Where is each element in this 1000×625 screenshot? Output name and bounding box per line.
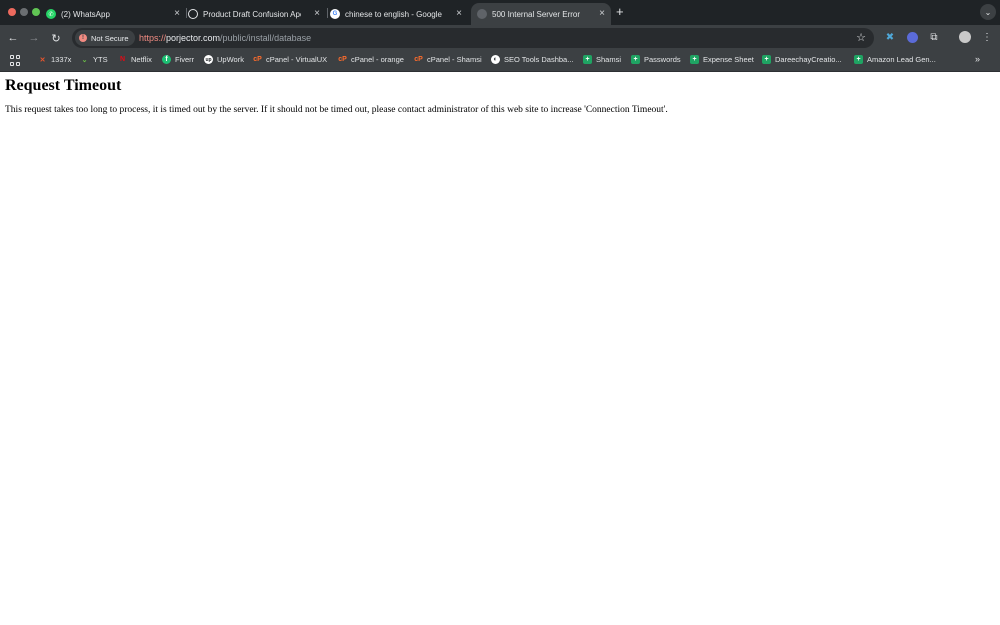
bookmark-yts[interactable]: ⌄ YTS <box>80 55 108 64</box>
google-icon: G <box>330 9 340 19</box>
sheets-icon: + <box>583 55 592 64</box>
tab-separator <box>186 8 187 18</box>
x-icon: ✕ <box>39 56 46 64</box>
fiverr-icon: f <box>162 55 171 64</box>
security-chip[interactable]: ! Not Secure <box>75 30 135 46</box>
tab-title: 500 Internal Server Error <box>492 9 581 19</box>
bookmark-cpanel-virtualux[interactable]: cP cPanel - VirtualUX <box>253 55 327 64</box>
url-text[interactable]: https://porjector.com/public/install/dat… <box>139 33 311 43</box>
bookmark-cpanel-orange[interactable]: cP cPanel - orange <box>338 55 404 64</box>
tab-server-error[interactable]: 500 Internal Server Error × <box>471 3 611 25</box>
cpanel-icon: cP <box>414 56 423 63</box>
page-content: Request Timeout This request takes too l… <box>0 72 1000 625</box>
close-window-button[interactable] <box>8 8 16 16</box>
netflix-icon: N <box>119 56 126 63</box>
profile-avatar[interactable] <box>958 30 972 44</box>
close-icon[interactable]: × <box>456 8 462 20</box>
url-scheme: https:// <box>139 33 167 43</box>
bookmark-expense-sheet[interactable]: + Expense Sheet <box>690 55 754 64</box>
page-title: Request Timeout <box>5 77 122 94</box>
browser-toolbar: ← → ↻ ! Not Secure https://porjector.com… <box>0 25 1000 51</box>
bookmark-star-icon[interactable]: ☆ <box>856 31 866 44</box>
tab-product-draft[interactable]: Product Draft Confusion Apo × <box>188 3 326 25</box>
bookmark-label: 1337x <box>51 55 72 64</box>
bookmark-label: Amazon Lead Gen... <box>867 55 936 64</box>
bookmark-label: Fiverr <box>175 55 195 64</box>
bookmark-label: Shamsi <box>596 55 622 64</box>
sheets-icon: + <box>762 55 771 64</box>
more-bookmarks-chevron-icon[interactable]: » <box>975 54 980 64</box>
tab-google-translate[interactable]: G chinese to english - Google S × <box>330 3 468 25</box>
bookmark-label: cPanel - orange <box>351 55 404 64</box>
bookmark-amazon-lead[interactable]: + Amazon Lead Gen... <box>854 55 936 64</box>
tab-strip: ✆ (2) WhatsApp × Product Draft Confusion… <box>0 0 1000 25</box>
apps-grid-icon[interactable] <box>10 55 21 66</box>
whatsapp-icon: ✆ <box>46 9 56 19</box>
url-host: porjector.com <box>166 33 221 43</box>
tab-title: chinese to english - Google S <box>345 9 443 19</box>
tab-whatsapp[interactable]: ✆ (2) WhatsApp × <box>46 3 186 25</box>
bookmark-dareechay[interactable]: + DareechayCreatio... <box>762 55 842 64</box>
bookmark-upwork[interactable]: up UpWork <box>204 55 244 64</box>
bookmark-label: Expense Sheet <box>703 55 754 64</box>
maximize-window-button[interactable] <box>32 8 40 16</box>
cpanel-icon: cP <box>253 56 262 63</box>
close-icon[interactable]: × <box>314 8 320 20</box>
bookmark-netflix[interactable]: N Netflix <box>118 55 152 64</box>
bookmark-label: UpWork <box>217 55 244 64</box>
bookmark-shamsi[interactable]: + Shamsi <box>583 55 621 64</box>
error-message: This request takes too long to process, … <box>5 105 668 115</box>
back-button[interactable]: ← <box>5 30 21 46</box>
bookmark-cpanel-shamsi[interactable]: cP cPanel - Shamsi <box>414 55 482 64</box>
new-tab-button[interactable]: + <box>616 5 624 19</box>
extension-icon[interactable]: ✖ <box>883 30 897 44</box>
sheets-icon: + <box>631 55 640 64</box>
bookmark-passwords[interactable]: + Passwords <box>631 55 681 64</box>
tab-search-chevron-icon[interactable]: ⌄ <box>980 4 996 20</box>
bookmark-label: SEO Tools Dashba... <box>504 55 574 64</box>
bookmark-label: Netflix <box>131 55 152 64</box>
tab-title: (2) WhatsApp <box>61 9 110 19</box>
bookmark-seo-tools[interactable]: ◐ SEO Tools Dashba... <box>491 55 573 64</box>
reload-button[interactable]: ↻ <box>48 30 64 46</box>
bookmark-label: YTS <box>93 55 108 64</box>
bookmark-label: DareechayCreatio... <box>775 55 842 64</box>
url-path: /public/install/database <box>220 33 312 43</box>
bookmark-label: cPanel - VirtualUX <box>266 55 328 64</box>
globe-icon: ◐ <box>491 55 500 64</box>
tab-title: Product Draft Confusion Apo <box>203 9 301 19</box>
upwork-icon: up <box>204 55 213 64</box>
close-icon[interactable]: × <box>599 8 605 20</box>
minimize-window-button[interactable] <box>20 8 28 16</box>
menu-icon[interactable]: ⋮ <box>980 30 994 44</box>
security-label: Not Secure <box>91 33 129 43</box>
bookmark-label: Passwords <box>644 55 681 64</box>
sheets-icon: + <box>690 55 699 64</box>
close-icon[interactable]: × <box>174 8 180 20</box>
globe-icon <box>477 9 487 19</box>
warning-icon: ! <box>79 34 87 42</box>
bookmark-fiverr[interactable]: f Fiverr <box>162 55 194 64</box>
cpanel-icon: cP <box>338 56 347 63</box>
bookmark-1337x[interactable]: ✕ 1337x <box>38 55 72 64</box>
address-bar[interactable]: ! Not Secure https://porjector.com/publi… <box>72 28 874 48</box>
puzzle-icon[interactable]: ⧉ <box>927 30 941 44</box>
tab-separator <box>327 8 328 18</box>
sheets-icon: + <box>854 55 863 64</box>
chatgpt-icon <box>188 9 198 19</box>
bookmark-label: cPanel - Shamsi <box>427 55 482 64</box>
extension-circle-icon[interactable] <box>905 30 919 44</box>
yts-icon: ⌄ <box>81 56 88 64</box>
forward-button[interactable]: → <box>26 30 42 46</box>
